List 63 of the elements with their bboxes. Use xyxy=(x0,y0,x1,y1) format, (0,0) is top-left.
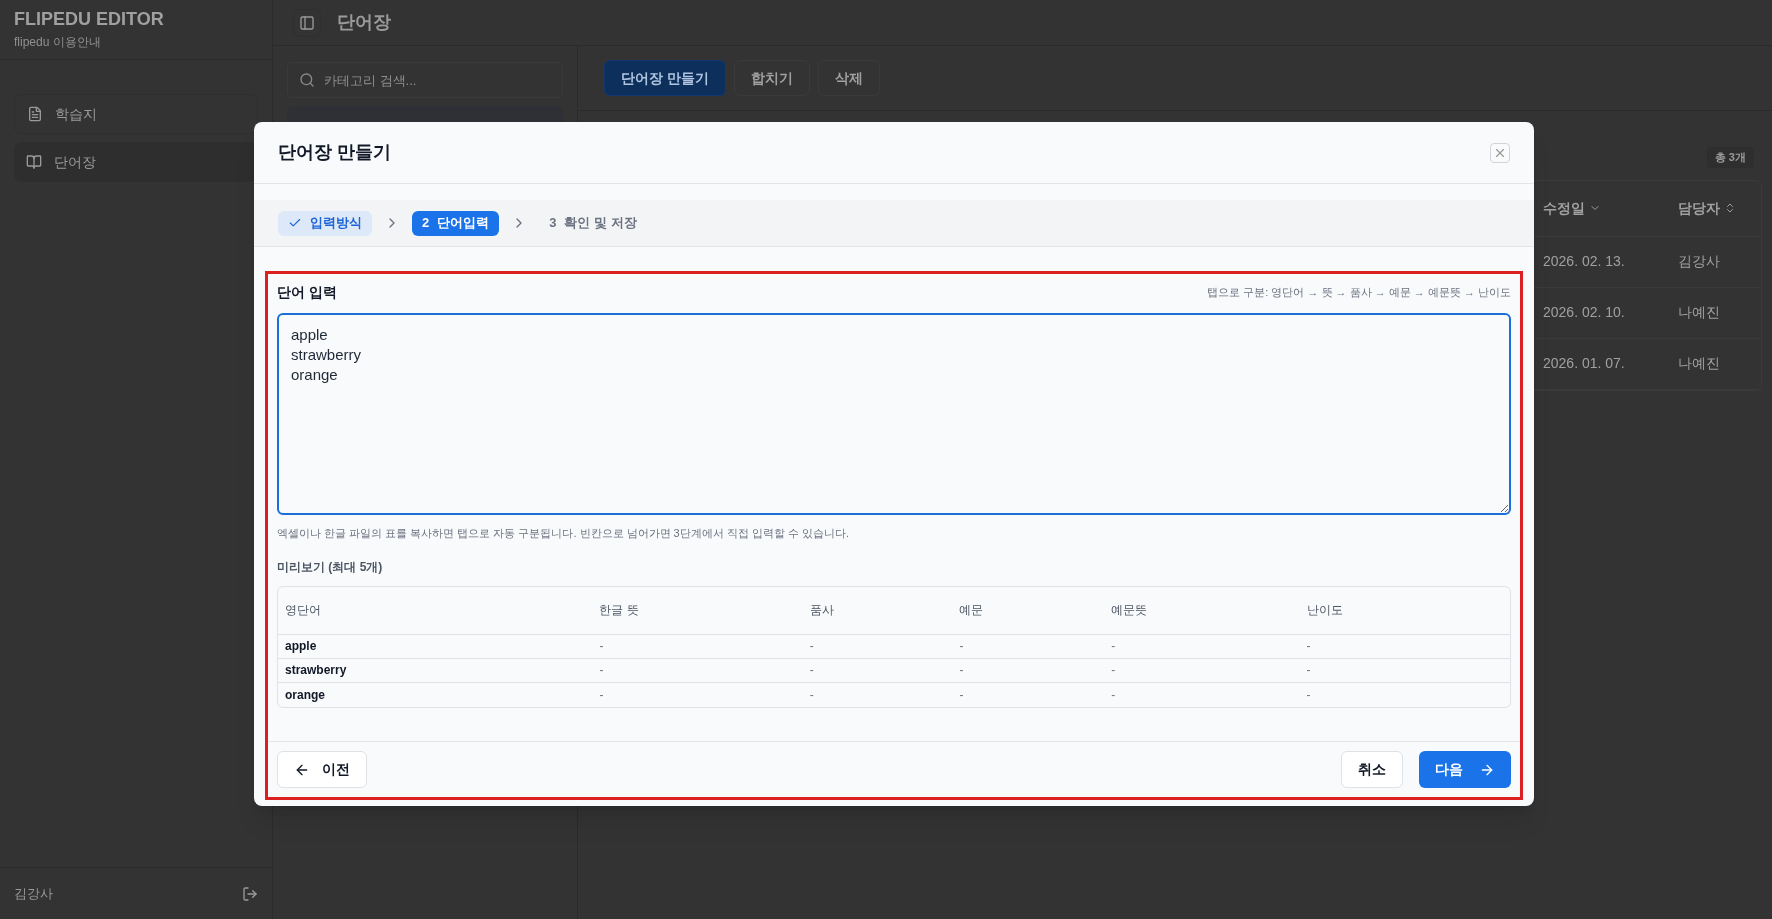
book-icon xyxy=(26,154,42,170)
next-button[interactable]: 다음 xyxy=(1419,751,1511,788)
table-cell-text: 2026. 02. 13. xyxy=(1543,252,1626,271)
table-cell-text: - xyxy=(599,686,605,704)
table-cell-text: 2026. 02. 10. xyxy=(1543,303,1626,322)
cancel-button[interactable]: 취소 xyxy=(1341,751,1403,788)
count-badge: 총 3개 xyxy=(1706,147,1754,168)
search-icon xyxy=(299,72,315,88)
table-cell-text: - xyxy=(959,638,965,655)
table-cell-text: - xyxy=(959,662,965,679)
table-cell-text: - xyxy=(1111,686,1117,704)
table-cell-text: 김강사 xyxy=(1678,252,1721,271)
previous-button[interactable]: 이전 xyxy=(277,751,367,788)
user-name: 김강사 xyxy=(14,884,53,903)
table-cell-text: - xyxy=(1306,686,1312,704)
app-title: FLIPEDU EDITOR xyxy=(14,8,165,31)
column-header: 한글 뜻 xyxy=(599,602,640,619)
column-header: 난이도 xyxy=(1306,602,1344,619)
modal-title: 단어장 만들기 xyxy=(278,141,391,164)
preview-title: 미리보기 (최대 5개) xyxy=(277,558,384,576)
column-header[interactable]: 담당자 xyxy=(1678,197,1761,219)
table-cell-text: 2026. 01. 07. xyxy=(1543,354,1626,373)
sort-icon xyxy=(1724,202,1736,214)
table-cell-text: - xyxy=(809,686,815,704)
table-cell-text: - xyxy=(809,662,815,679)
close-button[interactable] xyxy=(1490,142,1510,163)
field-label: 단어 입력 xyxy=(277,282,337,302)
page-title: 단어장 xyxy=(337,11,391,34)
table-cell-text: - xyxy=(599,662,605,679)
step-indicator: 3 확인 및 저장 xyxy=(548,214,638,233)
column-header: 예문뜻 xyxy=(1111,602,1149,619)
table-cell-text: 나예진 xyxy=(1678,303,1721,322)
column-header: 품사 xyxy=(809,602,835,619)
app-subtitle: flipedu 이용안내 xyxy=(14,34,102,51)
table-cell-text: apple xyxy=(285,638,318,655)
search-field[interactable]: 카테고리 검색... xyxy=(287,62,563,98)
sidebar-toggle-button[interactable] xyxy=(293,8,321,37)
table-cell-text: - xyxy=(1111,638,1117,655)
table-cell-text: orange xyxy=(285,686,326,704)
toolbar-button[interactable]: 삭제 xyxy=(817,60,880,96)
toolbar-button[interactable]: 단어장 만들기 xyxy=(604,60,726,96)
table-cell-text: - xyxy=(809,638,815,655)
logout-icon[interactable] xyxy=(242,885,258,902)
table-cell-text: - xyxy=(1306,662,1312,679)
column-header: 예문 xyxy=(959,602,985,619)
column-header: 영단어 xyxy=(285,602,322,619)
help-text: 엑셀이나 한글 파일의 표를 복사하면 탭으로 자동 구분됩니다. 빈칸으로 넘어가면 3단계에서 직접 입력할 수 있습니다. xyxy=(277,526,851,541)
document-icon xyxy=(27,106,43,122)
table-cell-text: 나예진 xyxy=(1678,354,1721,373)
table-cell-text: - xyxy=(1111,662,1117,679)
table-cell-text: strawberry xyxy=(285,662,348,679)
hint-text: 탭으로 구분: 영단어 → 뜻 → 품사 → 예문 → 예문뜻 → 난이도 xyxy=(1207,284,1511,300)
table-cell-text: - xyxy=(1306,638,1312,655)
column-header[interactable]: 수정일 xyxy=(1543,197,1678,219)
input-field[interactable]: apple strawberry orange xyxy=(277,313,1511,515)
table-cell-text: - xyxy=(599,638,605,655)
check-icon xyxy=(288,216,302,230)
step-indicator: 입력방식 xyxy=(278,210,372,236)
step-indicator: 2 단어입력 xyxy=(412,210,500,236)
table-cell-text: - xyxy=(959,686,965,704)
toolbar-button[interactable]: 합치기 xyxy=(733,60,810,96)
sidebar-item[interactable]: 학습지 xyxy=(14,94,258,134)
panel-icon xyxy=(299,14,315,31)
